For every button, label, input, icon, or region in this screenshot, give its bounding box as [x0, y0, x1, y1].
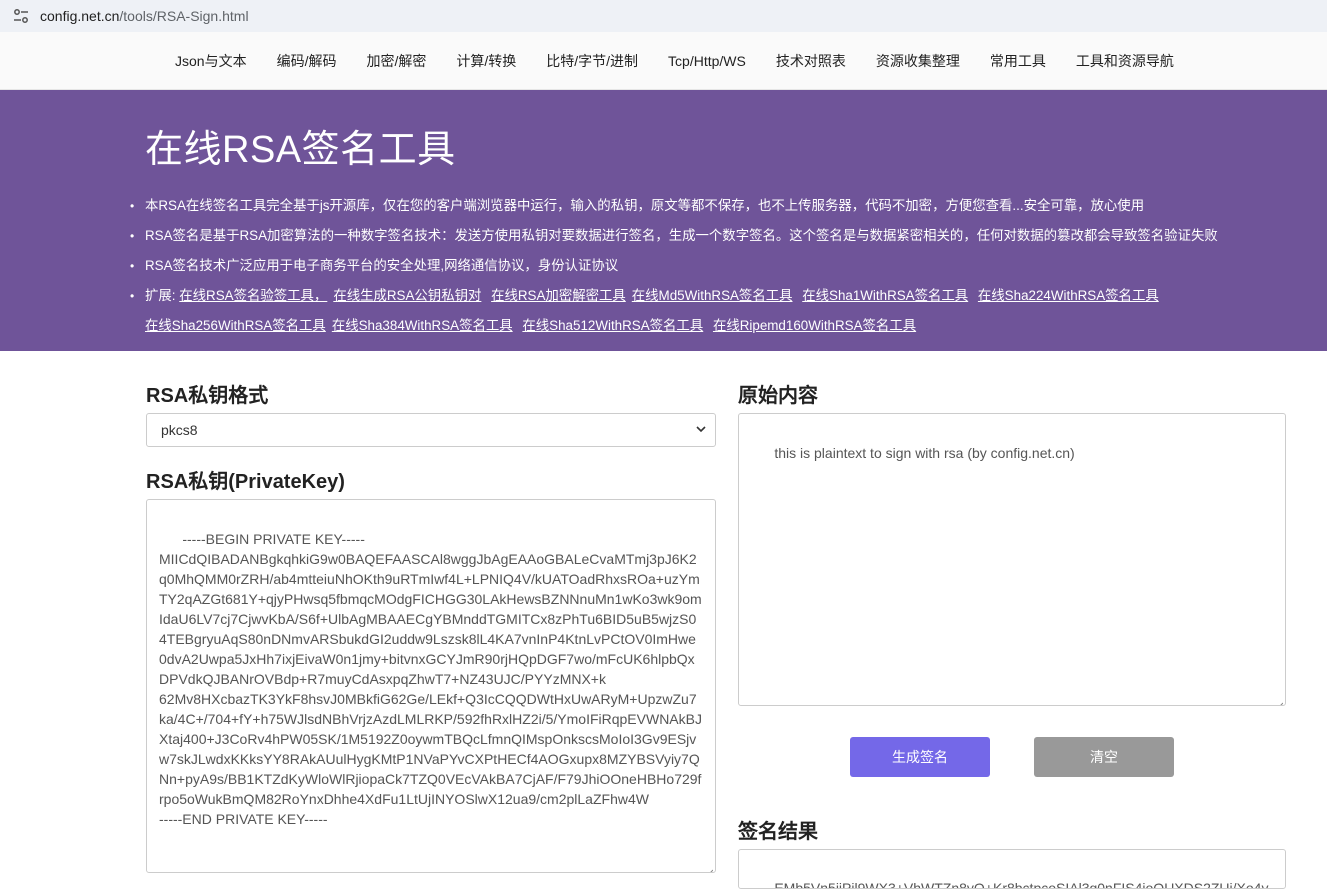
intro-list: 本RSA在线签名工具完全基于js开源库，仅在您的客户端浏览器中运行，输入的私钥，…: [130, 191, 1327, 341]
link-ripemd160withrsa[interactable]: 在线Ripemd160WithRSA签名工具: [713, 318, 916, 333]
link-md5withrsa[interactable]: 在线Md5WithRSA签名工具: [632, 288, 793, 303]
private-key-label: RSA私钥(PrivateKey): [146, 471, 345, 493]
nav-item-bits[interactable]: 比特/字节/进制: [546, 51, 638, 71]
link-rsa-encrypt[interactable]: 在线RSA加密解密工具: [491, 288, 626, 303]
plaintext-textarea[interactable]: this is plaintext to sign with rsa (by c…: [738, 413, 1286, 706]
intro-bullet: 本RSA在线签名工具完全基于js开源库，仅在您的客户端浏览器中运行，输入的私钥，…: [130, 191, 1327, 221]
link-sha256withrsa[interactable]: 在线Sha256WithRSA签名工具: [145, 318, 326, 333]
tool-form: RSA私钥格式 pkcs8 RSA私钥(PrivateKey) -----BEG…: [0, 351, 1327, 889]
plaintext-label: 原始内容: [738, 385, 818, 407]
hero-banner: 在线RSA签名工具 本RSA在线签名工具完全基于js开源库，仅在您的客户端浏览器…: [0, 90, 1327, 351]
link-sha384withrsa[interactable]: 在线Sha384WithRSA签名工具: [332, 318, 513, 333]
nav-item-navigation[interactable]: 工具和资源导航: [1076, 51, 1174, 71]
signature-result-textarea[interactable]: EMb5Vn5ijPjl9WX3+VhWTZn8yO+Kr8bctpcoSIAl…: [738, 849, 1286, 889]
link-sha1withrsa[interactable]: 在线Sha1WithRSA签名工具: [802, 288, 968, 303]
nav-item-calc[interactable]: 计算/转换: [456, 51, 516, 71]
page-title: 在线RSA签名工具: [145, 129, 456, 171]
nav-item-encode[interactable]: 编码/解码: [277, 51, 337, 71]
url-text[interactable]: config.net.cn/tools/RSA-Sign.html: [40, 8, 249, 24]
site-settings-icon[interactable]: [12, 7, 30, 25]
link-sha512withrsa[interactable]: 在线Sha512WithRSA签名工具: [522, 318, 703, 333]
signature-result-text: EMb5Vn5ijPjl9WX3+VhWTZn8yO+Kr8bctpcoSIAl…: [774, 880, 1269, 889]
url-host: config.net.cn: [40, 8, 120, 24]
intro-bullet: RSA签名是基于RSA加密算法的一种数字签名技术：发送方使用私钥对要数据进行签名…: [130, 221, 1327, 251]
top-nav: Json与文本 编码/解码 加密/解密 计算/转换 比特/字节/进制 Tcp/H…: [0, 32, 1327, 90]
private-key-textarea[interactable]: -----BEGIN PRIVATE KEY----- MIICdQIBADAN…: [146, 499, 716, 873]
nav-item-tcp[interactable]: Tcp/Http/WS: [668, 53, 746, 69]
extension-prefix: 扩展:: [145, 288, 176, 303]
format-label: RSA私钥格式: [146, 385, 269, 407]
link-rsa-keygen[interactable]: 在线生成RSA公钥私钥对: [333, 288, 481, 303]
intro-bullet: RSA签名技术广泛应用于电子商务平台的安全处理,网络通信协议，身份认证协议: [130, 251, 1327, 281]
nav-item-tools[interactable]: 常用工具: [990, 51, 1046, 71]
nav-item-resources[interactable]: 资源收集整理: [876, 51, 960, 71]
result-label: 签名结果: [738, 821, 818, 843]
format-select-value: pkcs8: [161, 422, 198, 438]
link-rsa-verify[interactable]: 在线RSA签名验签工具，: [179, 288, 327, 303]
nav-item-json[interactable]: Json与文本: [175, 51, 247, 71]
format-select[interactable]: pkcs8: [146, 413, 716, 447]
resize-grip-icon[interactable]: [1275, 695, 1284, 705]
address-bar[interactable]: config.net.cn/tools/RSA-Sign.html: [0, 0, 1327, 32]
url-path: /tools/RSA-Sign.html: [119, 8, 249, 24]
nav-item-encrypt[interactable]: 加密/解密: [366, 51, 426, 71]
nav-item-reference[interactable]: 技术对照表: [776, 51, 846, 71]
plaintext-text: this is plaintext to sign with rsa (by c…: [774, 445, 1075, 461]
private-key-text: -----BEGIN PRIVATE KEY----- MIICdQIBADAN…: [159, 531, 702, 827]
extension-links: 扩展: 在线RSA签名验签工具， 在线生成RSA公钥私钥对 在线RSA加密解密工具…: [130, 281, 1327, 341]
clear-button[interactable]: 清空: [1034, 737, 1174, 777]
sign-button[interactable]: 生成签名: [850, 737, 990, 777]
chevron-down-icon: [695, 422, 707, 438]
link-sha224withrsa[interactable]: 在线Sha224WithRSA签名工具: [978, 288, 1159, 303]
resize-grip-icon[interactable]: [705, 862, 714, 872]
